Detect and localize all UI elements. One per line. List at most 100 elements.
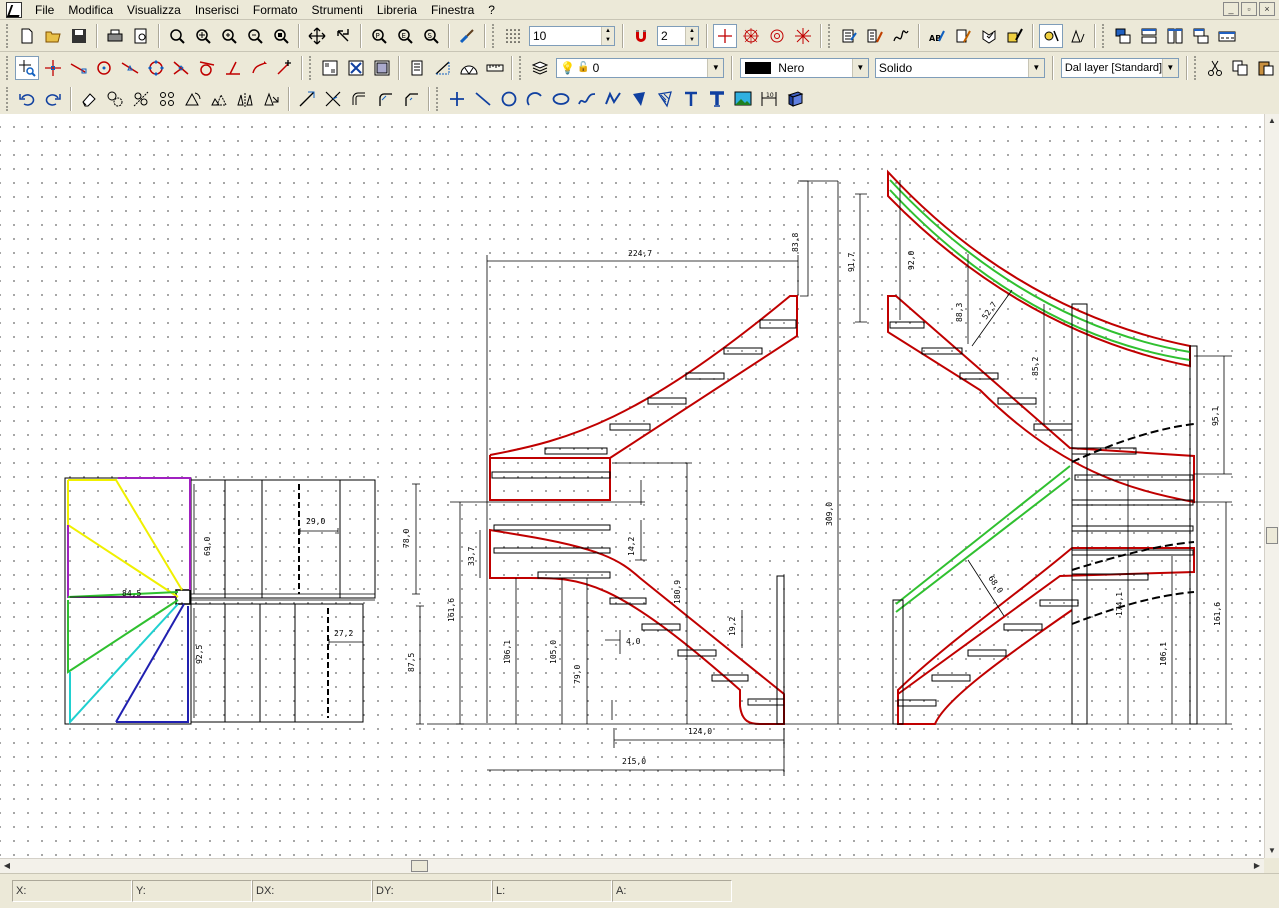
tile-vertical-button[interactable]: [1163, 24, 1187, 48]
spline-edit-button[interactable]: [889, 24, 913, 48]
vertical-scroll-thumb[interactable]: [1266, 527, 1278, 544]
list-entity-button[interactable]: [405, 56, 429, 80]
mirror-button[interactable]: [129, 87, 153, 111]
menu-inserisci[interactable]: Inserisci: [188, 0, 246, 20]
ortho-mode-button[interactable]: [713, 23, 737, 48]
zoom-scale-button[interactable]: S: [419, 24, 443, 48]
library-button[interactable]: [783, 87, 807, 111]
zoom-prev-button[interactable]: P: [367, 24, 391, 48]
snap-toggle-button[interactable]: [629, 24, 653, 48]
chevron-down-icon[interactable]: ▼: [1161, 58, 1178, 77]
spin-up-icon[interactable]: ▲: [602, 27, 614, 36]
vertical-scrollbar[interactable]: ▲ ▼: [1264, 114, 1279, 858]
distance-button[interactable]: [431, 56, 455, 80]
new-file-button[interactable]: [15, 24, 39, 48]
draw-hatch-pattern-button[interactable]: [653, 87, 677, 111]
chevron-down-icon[interactable]: ▼: [1027, 58, 1044, 77]
print-button[interactable]: [103, 24, 127, 48]
extend-button[interactable]: [321, 87, 345, 111]
redo-button[interactable]: [41, 87, 65, 111]
draw-polyline-button[interactable]: [601, 87, 625, 111]
color-select[interactable]: Nero ▼: [740, 57, 869, 78]
toolbar-grip[interactable]: [436, 86, 440, 111]
stretch-button[interactable]: [233, 87, 257, 111]
copy-button[interactable]: [1229, 56, 1253, 80]
snap-insert-button[interactable]: [272, 56, 296, 80]
snap-quadrant-button[interactable]: [144, 56, 168, 80]
polar-tracking-button[interactable]: [739, 24, 763, 48]
snap-value-spinner[interactable]: 2 ▲ ▼: [657, 25, 699, 46]
snap-intersection-button[interactable]: [169, 56, 193, 80]
measure-button[interactable]: [1065, 24, 1089, 48]
arrange-windows-button[interactable]: [1189, 24, 1213, 48]
grid-size-spinner[interactable]: 10 ▲ ▼: [529, 25, 615, 46]
snap-perpendicular-button[interactable]: [221, 56, 245, 80]
menu-file[interactable]: File: [28, 0, 61, 20]
chevron-down-icon[interactable]: ▼: [851, 58, 868, 77]
toolbar-grip[interactable]: [6, 86, 10, 111]
zoom-window-button[interactable]: [165, 24, 189, 48]
object-snap-button[interactable]: [765, 24, 789, 48]
linetype-select[interactable]: Solido ▼: [874, 57, 1045, 78]
block-library-button[interactable]: [370, 56, 394, 80]
snap-center-button[interactable]: [92, 56, 116, 80]
chamfer-button[interactable]: [399, 87, 423, 111]
lineweight-display-button[interactable]: [1039, 23, 1063, 48]
menu-help[interactable]: ?: [481, 0, 502, 20]
minimize-all-button[interactable]: [1215, 24, 1239, 48]
toolbar-grip[interactable]: [828, 23, 832, 48]
print-preview-button[interactable]: [129, 24, 153, 48]
spin-up-icon[interactable]: ▲: [686, 27, 698, 36]
spin-down-icon[interactable]: ▼: [602, 36, 614, 45]
zoom-all-button[interactable]: [269, 24, 293, 48]
scroll-up-icon[interactable]: ▲: [1265, 114, 1279, 128]
block-create-button[interactable]: [318, 56, 342, 80]
edit-attribute-button[interactable]: [951, 24, 975, 48]
toolbar-grip[interactable]: [309, 55, 313, 80]
draw-circle-button[interactable]: [497, 87, 521, 111]
menu-formato[interactable]: Formato: [246, 0, 305, 20]
osnap-settings-button[interactable]: [791, 24, 815, 48]
lock-icon[interactable]: 🔓: [577, 62, 589, 73]
layer-manager-button[interactable]: [528, 56, 552, 80]
toolbar-grip[interactable]: [1193, 55, 1198, 80]
scroll-left-icon[interactable]: ◀: [0, 859, 14, 873]
draw-text-button[interactable]: [679, 87, 703, 111]
app-logo-icon[interactable]: [6, 1, 22, 18]
drawing-canvas[interactable]: 29,0 27,2 84,5 69,0 78,0 92,5 87,5 224,7…: [0, 114, 1264, 858]
insert-image-button[interactable]: [731, 87, 755, 111]
close-button[interactable]: ×: [1259, 2, 1275, 16]
spin-down-icon[interactable]: ▼: [686, 36, 698, 45]
lightbulb-icon[interactable]: 💡: [560, 61, 575, 75]
text-edit-button[interactable]: AB: [925, 24, 949, 48]
undo-button[interactable]: [15, 87, 39, 111]
copy-object-button[interactable]: [103, 87, 127, 111]
redraw-button[interactable]: [455, 24, 479, 48]
cross-cursor-button[interactable]: [41, 56, 65, 80]
layer-select[interactable]: 💡 🔓 0 ▼: [556, 57, 725, 78]
cut-button[interactable]: [1203, 56, 1227, 80]
lineweight-select[interactable]: Dal layer [Standard] ▼: [1060, 57, 1179, 78]
toolbar-grip[interactable]: [519, 55, 523, 80]
area-button[interactable]: [483, 56, 507, 80]
array-button[interactable]: [155, 87, 179, 111]
draw-ellipse-button[interactable]: [549, 87, 573, 111]
toolbar-grip[interactable]: [6, 23, 10, 48]
toolbar-grip[interactable]: [492, 23, 496, 48]
horizontal-scrollbar[interactable]: ◀ ▶: [0, 858, 1264, 873]
draw-point-button[interactable]: [445, 87, 469, 111]
restore-button[interactable]: ▫: [1241, 2, 1257, 16]
draw-hatch-button[interactable]: [627, 87, 651, 111]
properties-button[interactable]: [837, 24, 861, 48]
zoom-out-button[interactable]: [243, 24, 267, 48]
cascade-windows-button[interactable]: [1111, 24, 1135, 48]
select-tool-button[interactable]: [14, 55, 39, 80]
zoom-in-button[interactable]: [217, 24, 241, 48]
grid-toggle-button[interactable]: [501, 24, 525, 48]
menu-visualizza[interactable]: Visualizza: [120, 0, 188, 20]
snap-nearest-button[interactable]: [247, 56, 271, 80]
draw-spline-button[interactable]: [575, 87, 599, 111]
draw-arc-button[interactable]: [523, 87, 547, 111]
pan-realtime-button[interactable]: [331, 24, 355, 48]
snap-midpoint-button[interactable]: [118, 56, 142, 80]
